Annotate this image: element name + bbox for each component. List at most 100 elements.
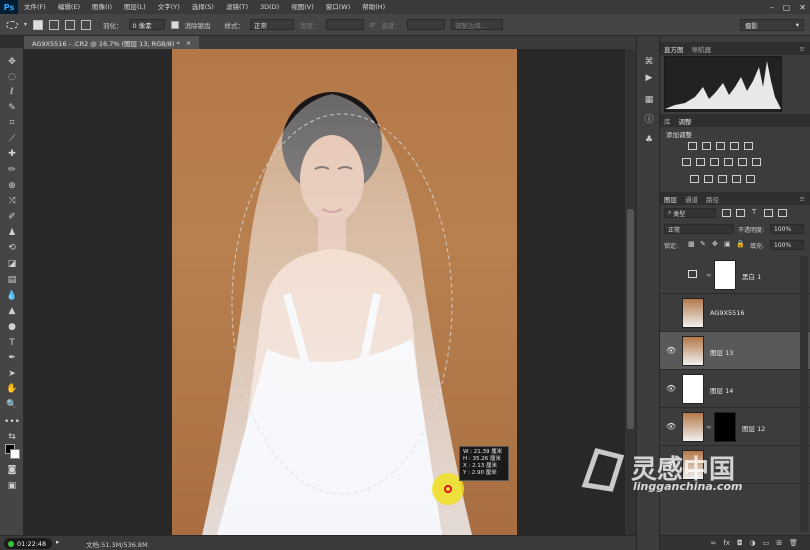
filter-type-icon[interactable]: T (752, 208, 756, 216)
refine-edge-button[interactable]: 调整边缘... (450, 19, 503, 30)
dropdown-arrow-icon[interactable]: ▾ (24, 21, 27, 28)
filter-pixel-icon[interactable] (722, 209, 731, 217)
photo-filter-icon[interactable] (724, 158, 733, 166)
tab-library[interactable]: 库 (664, 116, 671, 126)
screen-mode-icon[interactable]: ▣ (5, 480, 19, 492)
curves-icon[interactable] (716, 142, 725, 150)
brightness-icon[interactable] (688, 142, 697, 150)
selective-color-icon[interactable] (746, 175, 755, 183)
close-tab-icon[interactable]: × (186, 39, 191, 47)
height-field[interactable] (406, 19, 445, 30)
eraser-tool-icon[interactable]: ◪ (5, 258, 19, 270)
menu-filter[interactable]: 滤镜(T) (220, 0, 254, 14)
close-button[interactable]: ✕ (799, 3, 806, 12)
brush-alt-tool-icon[interactable]: ✐ (5, 211, 19, 223)
marquee-tool-icon[interactable]: ◌ (5, 71, 19, 83)
layers-menu-icon[interactable]: ≡ (800, 195, 805, 203)
zoom-tool-icon[interactable]: 🔍 (5, 399, 19, 411)
panel-menu-icon[interactable]: ≡ (800, 45, 805, 53)
healing-brush-tool-icon[interactable]: ✚ (5, 148, 19, 160)
layer-mask-thumbnail[interactable] (714, 412, 736, 442)
tab-layers[interactable]: 图层 (664, 194, 677, 204)
visibility-eye-icon[interactable]: 👁 (666, 384, 676, 393)
workspace-select[interactable]: 摄影 ▾ (740, 19, 804, 31)
menu-3d[interactable]: 3D(D) (254, 0, 285, 14)
tab-histogram[interactable]: 直方图 (664, 44, 684, 54)
visibility-eye-icon[interactable]: 👁 (666, 346, 676, 355)
blend-mode-select[interactable]: 正常 (664, 224, 734, 234)
fill-field[interactable]: 100% (770, 240, 804, 250)
quick-select-tool-icon[interactable]: ✎ (5, 102, 19, 114)
fx-icon[interactable]: fx (723, 539, 730, 547)
layer-name[interactable]: 黑白 1 (742, 271, 761, 281)
eyedropper-tool-icon[interactable]: ⟋ (5, 133, 19, 145)
properties-icon[interactable]: ▦ (643, 94, 655, 106)
menu-edit[interactable]: 编辑(E) (52, 0, 86, 14)
hue-sat-icon[interactable] (682, 158, 691, 166)
history-icon[interactable]: ⌘ (643, 56, 655, 68)
history-brush-tool-icon[interactable]: ⤨ (5, 195, 19, 207)
type-tool-icon[interactable]: T (5, 337, 19, 349)
new-adjustment-icon[interactable]: ◑ (750, 539, 756, 547)
lock-artboard-icon[interactable]: ▣ (724, 240, 731, 248)
new-layer-icon[interactable]: ⊞ (776, 539, 782, 547)
menu-file[interactable]: 文件(F) (18, 0, 52, 14)
layer-name[interactable]: 图层 12 (742, 423, 765, 433)
sponge-tool-icon[interactable]: ● (5, 321, 19, 333)
quick-mask-icon[interactable]: ◙ (5, 464, 19, 476)
tab-navigator[interactable]: 导航器 (692, 44, 712, 54)
levels-icon[interactable] (702, 142, 711, 150)
layer-row[interactable]: AG9X5516 (660, 294, 810, 332)
menu-type[interactable]: 文字(Y) (152, 0, 186, 14)
layer-row[interactable]: ∞ 黑白 1 (660, 256, 810, 294)
filter-shape-icon[interactable] (764, 209, 773, 217)
width-field[interactable] (325, 19, 364, 30)
menu-view[interactable]: 视图(V) (285, 0, 320, 14)
exposure-icon[interactable] (730, 142, 739, 150)
layers-scrollbar[interactable] (800, 256, 808, 532)
info-icon[interactable]: ⓘ (643, 112, 655, 125)
stamp-tool-icon[interactable]: ♟ (5, 227, 19, 239)
menu-image[interactable]: 图像(I) (86, 0, 118, 14)
menu-window[interactable]: 窗口(W) (320, 0, 357, 14)
filter-adjust-icon[interactable] (736, 209, 745, 217)
tab-channels[interactable]: 通道 (685, 194, 698, 204)
brush-tool-icon[interactable]: ✏ (5, 164, 19, 176)
vibrance-icon[interactable] (744, 142, 753, 150)
scrollbar-thumb[interactable] (627, 209, 634, 429)
layer-name[interactable]: AG9X5516 (710, 309, 745, 317)
add-selection-icon[interactable] (49, 19, 60, 30)
maximize-button[interactable]: ▢ (783, 3, 791, 12)
filter-smart-icon[interactable] (778, 209, 787, 217)
gradient-map-icon[interactable] (732, 175, 741, 183)
lock-transparent-icon[interactable]: ▩ (688, 240, 695, 248)
add-mask-icon[interactable]: ◘ (737, 539, 743, 547)
new-selection-icon[interactable] (33, 19, 44, 30)
threshold-icon[interactable] (718, 175, 727, 183)
feather-field[interactable]: 0 像素 (128, 19, 165, 30)
swap-icon[interactable]: ⇄ (370, 21, 376, 29)
posterize-icon[interactable] (704, 175, 713, 183)
tab-paths[interactable]: 路径 (706, 194, 719, 204)
document-tab[interactable]: AG9X5516 - .CR2 @ 16.7% (图层 13, RGB/8) *… (24, 36, 200, 49)
lock-all-icon[interactable]: 🔒 (736, 240, 745, 248)
menu-layer[interactable]: 图层(L) (118, 0, 152, 14)
layer-row[interactable]: 👁 图层 14 (660, 370, 810, 408)
blur-tool-icon[interactable]: 💧 (5, 290, 19, 302)
move-tool-icon[interactable]: ✥ (5, 56, 19, 68)
history-brush-alt-icon[interactable]: ⟲ (5, 242, 19, 254)
opacity-field[interactable]: 100% (770, 224, 804, 234)
antialias-checkbox[interactable] (170, 20, 179, 29)
invert-icon[interactable] (690, 175, 699, 183)
visibility-eye-icon[interactable]: 👁 (666, 422, 676, 431)
clone-source-icon[interactable]: ♣ (643, 134, 655, 146)
link-layers-icon[interactable]: ∞ (711, 539, 717, 547)
path-select-tool-icon[interactable]: ➤ (5, 368, 19, 380)
layer-name[interactable]: 图层 14 (710, 385, 733, 395)
hand-tool-icon[interactable]: ✋ (5, 383, 19, 395)
canvas-area[interactable] (24, 49, 636, 535)
swap-colors-icon[interactable]: ⇆ (5, 431, 19, 443)
dodge-tool-icon[interactable]: ▲ (5, 305, 19, 317)
play-actions-icon[interactable]: ▶ (643, 72, 655, 84)
layer-row[interactable]: 👁 ∞ 图层 12 (660, 408, 810, 446)
